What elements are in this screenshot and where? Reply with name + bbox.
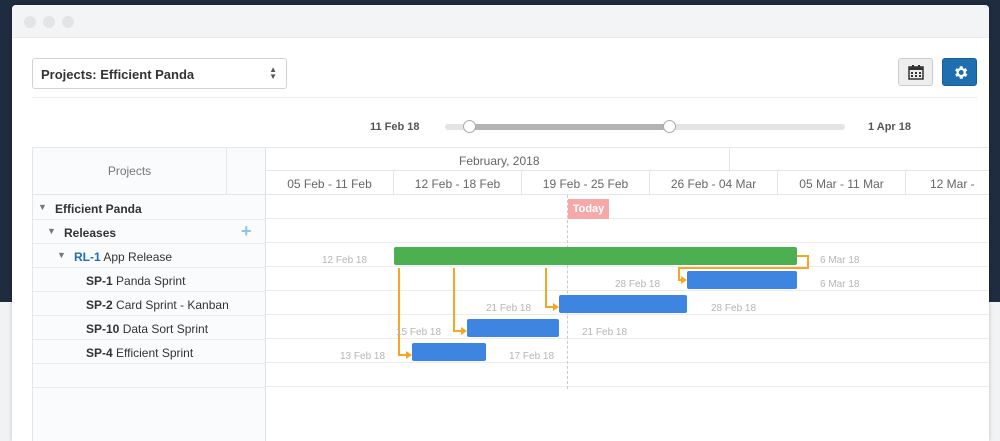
- range-start-label: 11 Feb 18: [370, 121, 420, 133]
- settings-button[interactable]: [942, 58, 977, 86]
- chevron-down-icon[interactable]: ▼: [47, 226, 56, 236]
- bar-start-label-sp-4: 13 Feb 18: [340, 351, 386, 362]
- window-titlebar: [12, 5, 989, 38]
- app-window: Projects: Efficient Panda ▲▼ 11 Feb 18: [12, 5, 989, 441]
- tree-row-sp-2[interactable]: SP-2 Card Sprint - Kanban: [33, 292, 266, 316]
- grid-header-projects: Projects: [107, 164, 152, 178]
- tree-row-efficient-panda[interactable]: ▼ Efficient Panda: [33, 196, 266, 220]
- tree-row-sp-10[interactable]: SP-10 Data Sort Sprint: [33, 316, 266, 340]
- item-name: Efficient Sprint: [112, 346, 194, 360]
- toolbar: Projects: Efficient Panda ▲ ▼: [32, 58, 977, 98]
- grid-header: Projects: [33, 148, 266, 195]
- add-icon[interactable]: +: [241, 221, 252, 242]
- dependency-link-rl1-sp2: [545, 268, 557, 308]
- tree-label: SP-4 Efficient Sprint: [86, 346, 193, 360]
- tree-label: Efficient Panda: [55, 202, 142, 216]
- project-tree-panel: Projects ▼ Efficient Panda ▼ Releases + …: [32, 147, 266, 441]
- item-name: Data Sort Sprint: [119, 322, 209, 336]
- item-code: SP-1: [86, 274, 113, 288]
- item-code: SP-4: [86, 346, 113, 360]
- bar-start-label-sp-2: 21 Feb 18: [486, 303, 532, 314]
- window-minimize-dot[interactable]: [43, 16, 55, 28]
- dependency-links: [398, 255, 809, 359]
- tree-row-empty: [33, 364, 266, 388]
- tree-label: SP-1 Panda Sprint: [86, 274, 185, 288]
- project-select-value: Projects: Efficient Panda: [41, 67, 195, 82]
- gantt-bar-sp-10[interactable]: [467, 319, 559, 337]
- tree-row-sp-1[interactable]: SP-1 Panda Sprint: [33, 268, 266, 292]
- bar-start-label-sp-10: 15 Feb 18: [396, 327, 442, 338]
- item-name: Panda Sprint: [112, 274, 186, 288]
- gear-icon: [955, 66, 968, 79]
- tree-row-sp-4[interactable]: SP-4 Efficient Sprint: [33, 340, 266, 364]
- tree-row-releases[interactable]: ▼ Releases +: [33, 220, 266, 244]
- dependency-link-rl1-sp10: [453, 268, 465, 332]
- tree-label: SP-2 Card Sprint - Kanban: [86, 298, 229, 312]
- calendar-icon: [908, 65, 924, 80]
- gantt-chart: February, 2018 05 Feb - 11 Feb 12 Feb - …: [266, 147, 989, 441]
- range-end-label: 1 Apr 18: [868, 121, 912, 133]
- gantt-bar-sp-2[interactable]: [559, 295, 687, 313]
- dependency-link-rl1-sp4: [398, 268, 410, 356]
- calendar-button[interactable]: [898, 58, 933, 86]
- tree-label: Releases: [64, 226, 117, 240]
- item-code: SP-2: [86, 298, 113, 312]
- item-code: SP-10: [86, 322, 120, 336]
- tree-label: RL-1 App Release: [74, 250, 172, 264]
- window-close-dot[interactable]: [24, 16, 36, 28]
- project-select[interactable]: Projects: Efficient Panda ▲ ▼: [32, 58, 287, 89]
- item-name: Card Sprint - Kanban: [112, 298, 229, 312]
- date-range-end-handle[interactable]: [663, 120, 676, 133]
- gantt-bar-sp-1[interactable]: [687, 271, 797, 289]
- date-range-start-handle[interactable]: [463, 120, 476, 133]
- bar-end-label-sp-1: 6 Mar 18: [820, 279, 860, 290]
- gantt-bar-rl-1[interactable]: [394, 247, 797, 265]
- bar-start-label-rl-1: 12 Feb 18: [322, 255, 368, 266]
- bar-end-label-sp-10: 21 Feb 18: [582, 327, 628, 338]
- select-arrows-icon: ▲ ▼: [269, 65, 277, 81]
- item-name: App Release: [100, 250, 173, 264]
- bar-start-label-sp-1: 28 Feb 18: [615, 279, 661, 290]
- bar-end-label-sp-4: 17 Feb 18: [509, 351, 555, 362]
- grid-header-divider: [226, 148, 227, 195]
- chevron-down-icon[interactable]: ▼: [38, 202, 47, 212]
- gantt-bar-sp-4[interactable]: [412, 343, 486, 361]
- tree-row-rl-1[interactable]: ▼ RL-1 App Release: [33, 244, 266, 268]
- bar-end-label-sp-2: 28 Feb 18: [711, 303, 757, 314]
- date-range-slider-fill: [469, 124, 669, 130]
- bar-end-label-rl-1: 6 Mar 18: [820, 255, 860, 266]
- window-maximize-dot[interactable]: [62, 16, 74, 28]
- chevron-down-icon[interactable]: ▼: [57, 250, 66, 260]
- tree-label: SP-10 Data Sort Sprint: [86, 322, 208, 336]
- item-code: RL-1: [74, 250, 101, 264]
